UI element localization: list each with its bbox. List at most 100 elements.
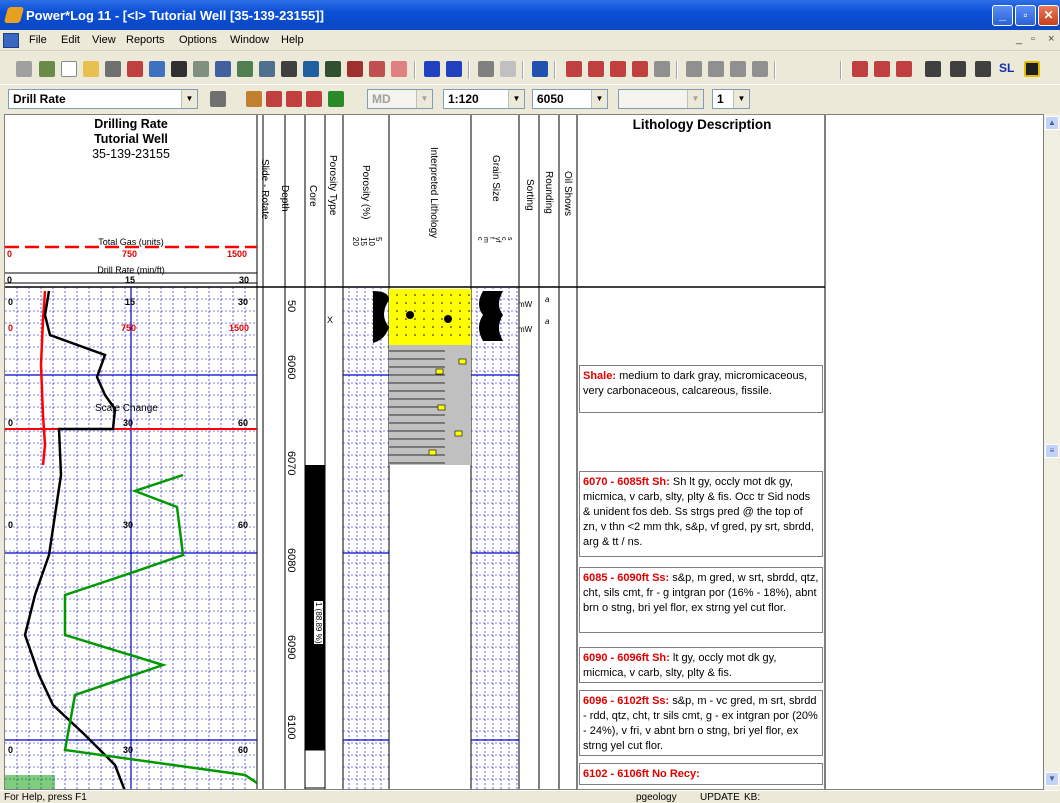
tool-icon-29[interactable] xyxy=(266,91,282,107)
toolbar-separator xyxy=(774,61,776,79)
tool-icon-21[interactable] xyxy=(874,61,890,77)
chevron-down-icon[interactable]: ▼ xyxy=(687,90,703,108)
sand-dot xyxy=(414,334,416,336)
tool-icon-31[interactable] xyxy=(306,91,322,107)
description-heading: 6090 - 6096ft Sh: xyxy=(583,652,670,664)
scale-row-4-right: 60 xyxy=(238,520,249,530)
tool-icon-8[interactable] xyxy=(347,61,363,77)
menu-file[interactable]: File xyxy=(29,34,47,46)
tool-icon-17[interactable] xyxy=(708,61,724,77)
help-icon[interactable] xyxy=(424,61,440,77)
view-select[interactable]: Drill Rate ▼ xyxy=(8,89,198,109)
tool-icon-18[interactable] xyxy=(730,61,746,77)
tool-icon-16[interactable] xyxy=(686,61,702,77)
track-icon[interactable] xyxy=(237,61,253,77)
tool-icon-9[interactable] xyxy=(369,61,385,77)
tool-icon-12[interactable] xyxy=(588,61,604,77)
tool-icon-22[interactable] xyxy=(896,61,912,77)
lithology-description-box[interactable]: 6070 - 6085ft Sh: Sh lt gy, occly mot dk… xyxy=(579,471,823,557)
tool-icon-23[interactable] xyxy=(925,61,941,77)
minimize-button[interactable]: _ xyxy=(992,5,1013,26)
tool-icon-15[interactable] xyxy=(654,61,670,77)
tool-icon-7[interactable] xyxy=(325,61,341,77)
log-view[interactable]: Drilling Rate Tutorial Well 35-139-23155… xyxy=(4,114,1044,790)
sand-dot xyxy=(423,334,425,336)
undo-icon[interactable] xyxy=(478,61,494,77)
sand-dot xyxy=(468,326,470,328)
lithology-description-box[interactable]: 6096 - 6102ft Ss: s&p, m - vc gred, m sr… xyxy=(579,690,823,756)
tool-icon-11[interactable] xyxy=(566,61,582,77)
porosity-type-header: Porosity Type xyxy=(327,155,338,216)
status-help-text: For Help, press F1 xyxy=(4,792,87,803)
tool-icon-13[interactable] xyxy=(610,61,626,77)
tool-icon-10[interactable] xyxy=(391,61,407,77)
context-help-icon[interactable] xyxy=(446,61,462,77)
menu-window[interactable]: Window xyxy=(230,34,269,46)
sl-button[interactable]: SL xyxy=(999,61,1014,75)
scroll-thumb[interactable]: ≡ xyxy=(1045,444,1059,458)
chevron-down-icon[interactable]: ▼ xyxy=(416,90,432,108)
blank-select[interactable]: ▼ xyxy=(618,89,704,109)
well-icon[interactable] xyxy=(39,61,55,77)
oil-shows-header: Oil Shows xyxy=(562,171,573,217)
md-select[interactable]: MD ▼ xyxy=(367,89,433,109)
tool-icon-5[interactable] xyxy=(281,61,297,77)
scroll-up-icon[interactable]: ▲ xyxy=(1045,116,1059,130)
well-name: Tutorial Well xyxy=(94,132,168,146)
tool-icon-3[interactable] xyxy=(171,61,187,77)
view-select-value: Drill Rate xyxy=(13,92,66,106)
menu-help[interactable]: Help xyxy=(281,34,304,46)
settings-icon[interactable] xyxy=(16,61,32,77)
lithology-description-box[interactable]: 6090 - 6096ft Sh: lt gy, occly mot dk gy… xyxy=(579,647,823,683)
lithology-description-box[interactable]: 6102 - 6106ft No Recy: xyxy=(579,763,823,785)
tool-icon-28[interactable] xyxy=(246,91,262,107)
document-icon[interactable] xyxy=(3,33,19,48)
maximize-button[interactable]: ▫ xyxy=(1015,5,1036,26)
sand-dot xyxy=(432,326,434,328)
tool-icon-32[interactable] xyxy=(328,91,344,107)
chevron-down-icon[interactable]: ▼ xyxy=(508,90,524,108)
scroll-down-icon[interactable]: ▼ xyxy=(1045,772,1059,786)
mdi-restore-button[interactable]: ▫ xyxy=(1031,33,1035,45)
tool-icon-4[interactable] xyxy=(215,61,231,77)
data-icon[interactable] xyxy=(259,61,275,77)
tool-icon-1[interactable] xyxy=(127,61,143,77)
tool-icon-20[interactable] xyxy=(852,61,868,77)
menu-view[interactable]: View xyxy=(92,34,116,46)
sand-dot xyxy=(459,326,461,328)
tool-icon-27[interactable] xyxy=(210,91,226,107)
chevron-down-icon[interactable]: ▼ xyxy=(181,90,197,108)
depth-select[interactable]: 6050 ▼ xyxy=(532,89,608,109)
menu-options[interactable]: Options xyxy=(179,34,217,46)
log-icon[interactable] xyxy=(193,61,209,77)
lithology-description-box[interactable]: Shale: medium to dark gray, micromicaceo… xyxy=(579,365,823,413)
lithology-description-box[interactable]: 6085 - 6090ft Ss: s&p, m gred, w srt, sb… xyxy=(579,567,823,633)
menu-edit[interactable]: Edit xyxy=(61,34,80,46)
tool-icon-19[interactable] xyxy=(752,61,768,77)
track-select[interactable]: 1 ▼ xyxy=(712,89,750,109)
scale-row-5-left: 0 xyxy=(8,745,14,755)
open-folder-icon[interactable] xyxy=(83,61,99,77)
tool-icon-24[interactable] xyxy=(950,61,966,77)
print-icon[interactable] xyxy=(105,61,121,77)
mdi-close-button[interactable]: × xyxy=(1048,33,1054,45)
sand-dot xyxy=(423,294,425,296)
scale-select[interactable]: 1:120 ▼ xyxy=(443,89,525,109)
tool-icon-6[interactable] xyxy=(303,61,319,77)
close-button[interactable]: ✕ xyxy=(1038,5,1059,26)
mdi-minimize-button[interactable]: _ xyxy=(1016,33,1022,45)
tool-icon-14[interactable] xyxy=(632,61,648,77)
vertical-scrollbar[interactable]: ▲ ≡ ▼ xyxy=(1044,114,1060,790)
tool-icon-2[interactable] xyxy=(149,61,165,77)
menu-reports[interactable]: Reports xyxy=(126,34,165,46)
chevron-down-icon[interactable]: ▼ xyxy=(733,90,749,108)
chevron-down-icon[interactable]: ▼ xyxy=(591,90,607,108)
redo-icon[interactable] xyxy=(500,61,516,77)
sand-dot xyxy=(459,302,461,304)
tool-icon-30[interactable] xyxy=(286,91,302,107)
tool-icon-25[interactable] xyxy=(975,61,991,77)
toolbar-separator xyxy=(522,61,524,79)
new-file-icon[interactable] xyxy=(61,61,77,77)
word-icon[interactable] xyxy=(532,61,548,77)
tool-icon-26[interactable] xyxy=(1024,61,1040,77)
